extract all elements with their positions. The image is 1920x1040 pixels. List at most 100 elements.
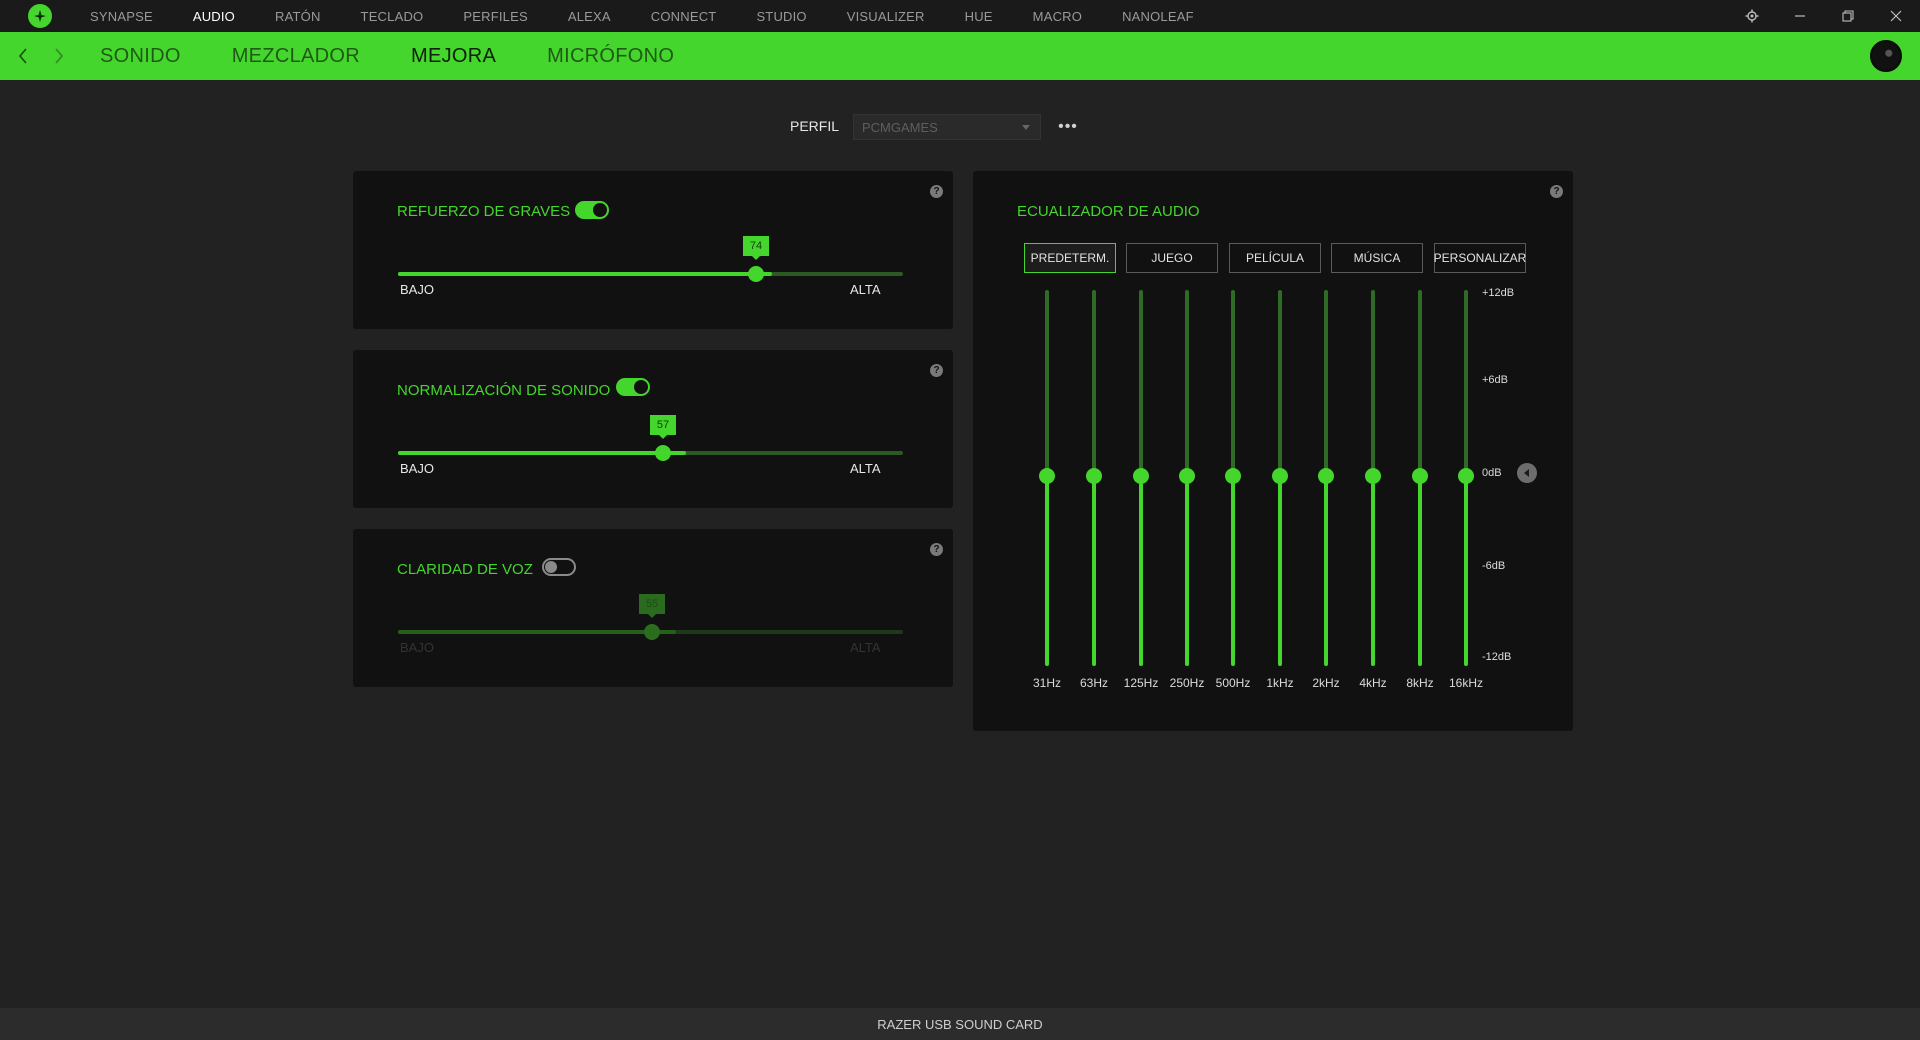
eq-band-knob[interactable]: [1039, 468, 1055, 484]
eq-band-knob[interactable]: [1458, 468, 1474, 484]
eq-rail-lower: [1324, 476, 1328, 666]
sound-normalization-title: NORMALIZACIÓN DE SONIDO: [397, 382, 611, 399]
bass-low-label: BAJO: [400, 282, 434, 297]
tab-mejora[interactable]: MEJORA: [411, 45, 496, 68]
eq-rail-lower: [1045, 476, 1049, 666]
eq-band-slider[interactable]: [1365, 290, 1381, 668]
topnav-item-audio[interactable]: AUDIO: [193, 9, 235, 24]
profile-dropdown[interactable]: PCMGAMES: [853, 114, 1041, 140]
eq-frequency-label: 2kHz: [1312, 676, 1340, 690]
back-arrow-icon[interactable]: [10, 32, 36, 80]
eq-frequency-label: 16kHz: [1448, 676, 1483, 690]
voice-clarity-toggle[interactable]: [542, 558, 576, 576]
user-avatar[interactable]: [1870, 40, 1902, 72]
eq-band-slider[interactable]: [1458, 290, 1474, 668]
normalization-low-label: BAJO: [400, 461, 434, 476]
help-icon[interactable]: ?: [930, 185, 943, 198]
eq-frequency-label: 63Hz: [1079, 676, 1108, 690]
sound-normalization-toggle[interactable]: [616, 378, 650, 396]
restore-icon[interactable]: [1824, 0, 1872, 32]
preset-button-musica[interactable]: MÚSICA: [1331, 243, 1423, 273]
eq-band-knob[interactable]: [1133, 468, 1149, 484]
sound-normalization-slider-thumb[interactable]: [655, 445, 671, 461]
voice-clarity-value-badge: 55: [639, 594, 665, 618]
help-icon[interactable]: ?: [930, 543, 943, 556]
close-icon[interactable]: [1872, 0, 1920, 32]
eq-band-knob[interactable]: [1086, 468, 1102, 484]
toggle-knob: [634, 380, 648, 394]
eq-band-slider[interactable]: [1039, 290, 1055, 668]
topnav-item-alexa[interactable]: ALEXA: [568, 9, 611, 24]
settings-gear-icon[interactable]: [1728, 0, 1776, 32]
equalizer-reset-arrow-icon[interactable]: [1517, 463, 1537, 483]
tab-mezclador[interactable]: MEZCLADOR: [232, 45, 360, 68]
topnav-item-macro[interactable]: MACRO: [1033, 9, 1082, 24]
eq-rail-upper: [1231, 290, 1235, 476]
preset-button-pelicula[interactable]: PELÍCULA: [1229, 243, 1321, 273]
bass-boost-toggle[interactable]: [575, 201, 609, 219]
topnav-item-synapse[interactable]: SYNAPSE: [90, 9, 153, 24]
eq-rail-lower: [1278, 476, 1282, 666]
eq-band-slider[interactable]: [1225, 290, 1241, 668]
topnav-item-hue[interactable]: HUE: [965, 9, 993, 24]
bass-high-label: ALTA: [850, 282, 881, 297]
device-footer: RAZER USB SOUND CARD: [0, 1008, 1920, 1040]
device-name[interactable]: RAZER USB SOUND CARD: [877, 1017, 1042, 1032]
preset-button-predeterm[interactable]: PREDETERM.: [1024, 243, 1116, 273]
bass-boost-slider-thumb[interactable]: [748, 266, 764, 282]
profile-label: PERFIL: [790, 118, 840, 134]
eq-rail-upper: [1185, 290, 1189, 476]
topnav-item-nanoleaf[interactable]: NANOLEAF: [1122, 9, 1194, 24]
preset-button-juego[interactable]: JUEGO: [1126, 243, 1218, 273]
tab-sonido[interactable]: SONIDO: [100, 45, 181, 68]
tab-microfono[interactable]: MICRÓFONO: [547, 45, 674, 68]
eq-band-slider[interactable]: [1133, 290, 1149, 668]
slider-fill: [398, 451, 686, 455]
eq-rail-lower: [1139, 476, 1143, 666]
bass-boost-value-badge: 74: [743, 236, 769, 260]
top-navigation-bar: SYNAPSE AUDIO RATÓN TECLADO PERFILES ALE…: [0, 0, 1920, 32]
razer-logo-icon[interactable]: [28, 4, 52, 28]
minimize-icon[interactable]: [1776, 0, 1824, 32]
toggle-knob: [593, 203, 607, 217]
forward-arrow-icon[interactable]: [46, 32, 72, 80]
db-label-minus6: -6dB: [1482, 560, 1506, 572]
eq-band-slider[interactable]: [1272, 290, 1288, 668]
eq-frequency-label: 8kHz: [1406, 676, 1434, 690]
help-icon[interactable]: ?: [1550, 185, 1563, 198]
db-label-zero: 0dB: [1482, 467, 1502, 479]
more-options-button[interactable]: •••: [1058, 117, 1078, 137]
eq-band-slider[interactable]: [1412, 290, 1428, 668]
bass-boost-slider-track[interactable]: [398, 272, 903, 276]
preset-button-personalizar[interactable]: PERSONALIZAR: [1434, 243, 1526, 273]
eq-rail-lower: [1185, 476, 1189, 666]
eq-rail-upper: [1418, 290, 1422, 476]
eq-rail-upper: [1139, 290, 1143, 476]
eq-band-knob[interactable]: [1272, 468, 1288, 484]
eq-rail-lower: [1418, 476, 1422, 666]
sound-normalization-slider-track[interactable]: [398, 451, 903, 455]
topnav-item-connect[interactable]: CONNECT: [651, 9, 717, 24]
normalization-high-label: ALTA: [850, 461, 881, 476]
help-icon[interactable]: ?: [930, 364, 943, 377]
topnav-item-teclado[interactable]: TECLADO: [361, 9, 424, 24]
topnav-item-visualizer[interactable]: VISUALIZER: [847, 9, 925, 24]
eq-band-knob[interactable]: [1412, 468, 1428, 484]
slider-fill: [398, 630, 676, 634]
eq-band-slider[interactable]: [1179, 290, 1195, 668]
eq-band-knob[interactable]: [1179, 468, 1195, 484]
topnav-item-studio[interactable]: STUDIO: [756, 9, 806, 24]
eq-band-knob[interactable]: [1318, 468, 1334, 484]
eq-band-slider[interactable]: [1318, 290, 1334, 668]
eq-rail-upper: [1371, 290, 1375, 476]
voice-clarity-panel: ? CLARIDAD DE VOZ 55 BAJO ALTA: [353, 529, 953, 687]
top-nav-items: SYNAPSE AUDIO RATÓN TECLADO PERFILES ALE…: [90, 0, 1234, 32]
eq-band-knob[interactable]: [1225, 468, 1241, 484]
eq-frequency-label: 4kHz: [1359, 676, 1387, 690]
topnav-item-perfiles[interactable]: PERFILES: [463, 9, 527, 24]
section-tabs: SONIDO MEZCLADOR MEJORA MICRÓFONO: [100, 45, 725, 68]
voice-clarity-slider-thumb[interactable]: [644, 624, 660, 640]
eq-band-slider[interactable]: [1086, 290, 1102, 668]
eq-band-knob[interactable]: [1365, 468, 1381, 484]
topnav-item-raton[interactable]: RATÓN: [275, 9, 321, 24]
